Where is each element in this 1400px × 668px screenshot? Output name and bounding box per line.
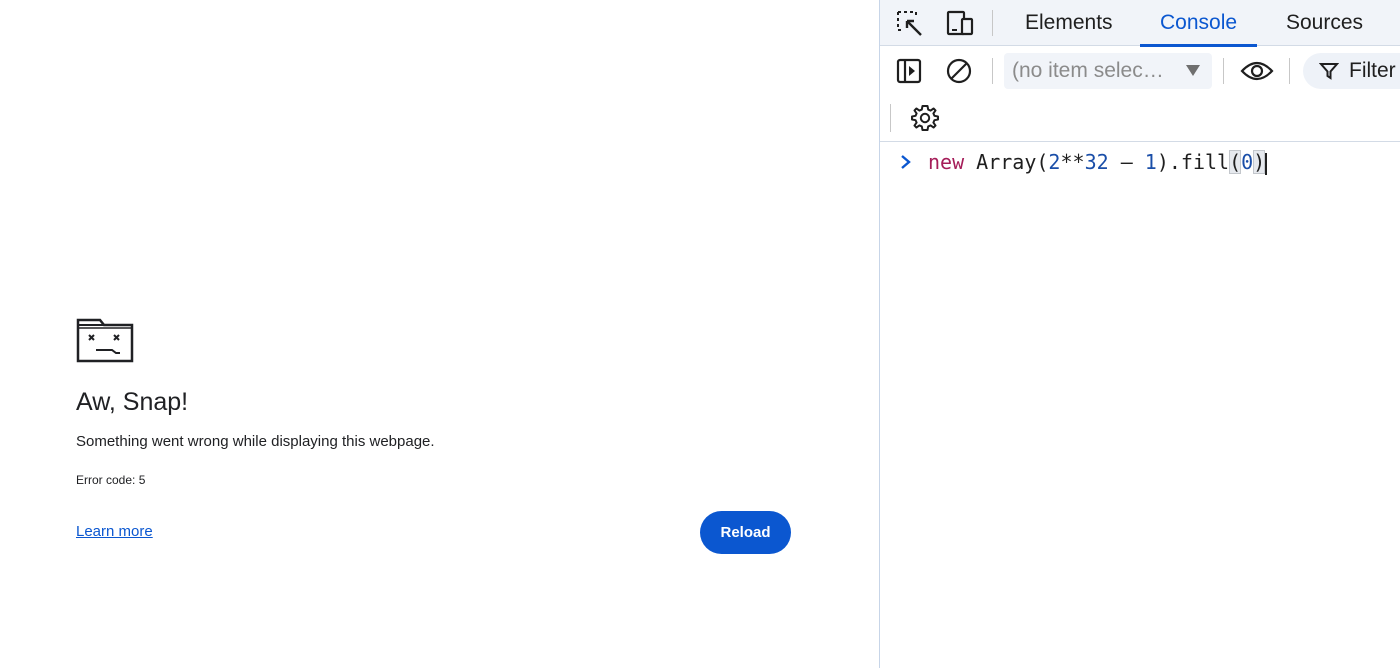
- context-select-value: (no item selec…: [1012, 59, 1164, 82]
- filter-icon: [1319, 63, 1339, 80]
- reload-button[interactable]: Reload: [700, 511, 791, 554]
- prompt-chevron-icon: [900, 152, 916, 172]
- browser-window: Aw, Snap! Something went wrong while dis…: [0, 0, 1400, 668]
- tab-elements[interactable]: Elements: [1005, 0, 1133, 46]
- tab-console[interactable]: Console: [1140, 0, 1258, 47]
- context-select[interactable]: (no item selec…: [1004, 53, 1212, 89]
- code-number: 32: [1084, 150, 1109, 174]
- page-title: Aw, Snap!: [76, 388, 189, 416]
- clear-console-icon[interactable]: [944, 56, 974, 86]
- code-callee: Array(: [964, 150, 1049, 174]
- text-cursor: [1265, 152, 1268, 175]
- error-code: Error code: 5: [76, 473, 146, 487]
- console-output[interactable]: new Array(2**32 – 1).fill(0): [880, 142, 1400, 668]
- sad-tab-icon: [76, 318, 134, 363]
- devtools-tabbar: Elements Console Sources: [880, 0, 1400, 47]
- console-prompt[interactable]: new Array(2**32 – 1).fill(0): [900, 150, 1268, 175]
- caret-down-icon: [1186, 65, 1200, 76]
- code-number: 2: [1048, 150, 1061, 174]
- console-toolbar: (no item selec… Filter: [880, 46, 1400, 142]
- toolbar-separator-3: [1289, 58, 1290, 84]
- code-operator: **: [1060, 150, 1085, 174]
- sidebar-toggle-icon[interactable]: [894, 56, 924, 86]
- code-operator: –: [1108, 150, 1145, 174]
- toolbar-separator-4: [890, 104, 891, 132]
- learn-more-link[interactable]: Learn more: [76, 523, 153, 540]
- device-toolbar-icon[interactable]: [945, 8, 975, 38]
- devtools-panel: Elements Console Sources (no item selec……: [879, 0, 1400, 668]
- code-number: 1: [1144, 150, 1157, 174]
- console-input-text[interactable]: new Array(2**32 – 1).fill(0): [928, 150, 1268, 175]
- code-paren-close: ): [1253, 150, 1266, 174]
- filter-label: Filter: [1349, 59, 1396, 82]
- live-expression-icon[interactable]: [1240, 56, 1274, 86]
- tabbar-separator: [992, 10, 993, 36]
- error-message: Something went wrong while displaying th…: [76, 433, 435, 450]
- tab-sources[interactable]: Sources: [1266, 0, 1383, 46]
- code-keyword: new: [928, 150, 965, 174]
- code-paren-open: (: [1229, 150, 1242, 174]
- crashed-page: Aw, Snap! Something went wrong while dis…: [0, 0, 879, 668]
- filter-input[interactable]: Filter: [1303, 53, 1400, 89]
- toolbar-separator-2: [1223, 58, 1224, 84]
- code-argument: 0: [1241, 150, 1254, 174]
- gear-icon[interactable]: [910, 103, 940, 133]
- code-method: ).fill: [1156, 150, 1230, 174]
- toolbar-separator: [992, 58, 993, 84]
- element-picker-icon[interactable]: [894, 8, 924, 38]
